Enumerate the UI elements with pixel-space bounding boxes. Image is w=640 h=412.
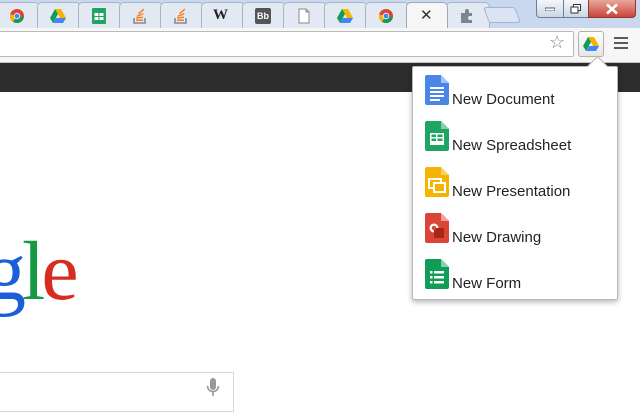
chrome-icon xyxy=(378,9,393,23)
extension-icon xyxy=(461,9,472,23)
tab-blank-page[interactable] xyxy=(283,2,327,28)
tab-stackoverflow-2[interactable] xyxy=(160,2,204,28)
wikipedia-icon: W xyxy=(213,7,228,23)
tab-active[interactable]: ✕ xyxy=(406,2,448,28)
menu-item-label: New Presentation xyxy=(452,183,571,200)
tab-extension[interactable] xyxy=(446,2,490,28)
sheets-icon xyxy=(425,121,449,151)
restore-button[interactable] xyxy=(563,0,589,18)
menu-item-new-drawing[interactable]: New Drawing xyxy=(413,209,617,253)
menu-item-new-presentation[interactable]: New Presentation xyxy=(413,163,617,207)
blank-page-icon xyxy=(298,8,310,24)
docs-icon xyxy=(425,75,449,105)
tab-strip: W Bb ✕ xyxy=(0,0,640,28)
sheets-icon xyxy=(92,8,106,24)
stackoverflow-icon xyxy=(174,8,187,24)
menu-item-label: New Form xyxy=(452,275,522,292)
tab-chrome-2[interactable] xyxy=(365,2,409,28)
logo-letter-g: g xyxy=(0,225,26,318)
menu-item-new-spreadsheet[interactable]: New Spreadsheet xyxy=(413,117,617,161)
blackboard-icon: Bb xyxy=(255,8,271,24)
new-tab-button[interactable] xyxy=(483,7,521,23)
star-outline-icon[interactable]: ☆ xyxy=(549,32,565,53)
logo-letter-e: e xyxy=(41,225,78,318)
drive-create-menu: New Document New Spreadsheet New Present… xyxy=(412,55,618,300)
drive-icon xyxy=(50,9,66,23)
tab-wikipedia[interactable]: W xyxy=(201,2,245,28)
logo-letter-l: l xyxy=(22,225,45,318)
drive-icon xyxy=(337,9,353,23)
browser-toolbar: ☆ xyxy=(0,28,640,63)
drive-icon xyxy=(583,37,599,51)
tab-blackboard[interactable]: Bb xyxy=(242,2,286,28)
forms-icon xyxy=(425,259,449,289)
tab-chrome[interactable] xyxy=(0,2,40,28)
google-logo: gle xyxy=(0,230,79,314)
search-input[interactable] xyxy=(0,372,234,412)
tab-stackoverflow-1[interactable] xyxy=(119,2,163,28)
hamburger-menu-icon[interactable] xyxy=(614,37,628,51)
window-close-button[interactable] xyxy=(588,0,636,18)
chrome-icon xyxy=(9,9,24,23)
drawings-icon xyxy=(425,213,449,243)
slides-icon xyxy=(425,167,449,197)
tab-sheets[interactable] xyxy=(78,2,122,28)
restore-icon xyxy=(570,3,581,13)
menu-item-label: New Document xyxy=(452,91,555,108)
stackoverflow-icon xyxy=(133,8,146,24)
close-icon[interactable]: ✕ xyxy=(420,6,433,24)
minimize-icon xyxy=(545,7,555,11)
menu-item-new-form[interactable]: New Form xyxy=(413,255,617,299)
address-bar[interactable] xyxy=(0,31,574,57)
menu-item-new-document[interactable]: New Document xyxy=(413,71,617,115)
drive-extension-button[interactable] xyxy=(578,31,604,57)
menu-item-label: New Spreadsheet xyxy=(452,137,572,154)
menu-item-label: New Drawing xyxy=(452,229,542,246)
minimize-button[interactable] xyxy=(536,0,564,18)
microphone-icon[interactable] xyxy=(206,378,220,398)
tab-drive-2[interactable] xyxy=(324,2,368,28)
window-close-icon xyxy=(606,3,618,14)
tab-drive-1[interactable] xyxy=(37,2,81,28)
